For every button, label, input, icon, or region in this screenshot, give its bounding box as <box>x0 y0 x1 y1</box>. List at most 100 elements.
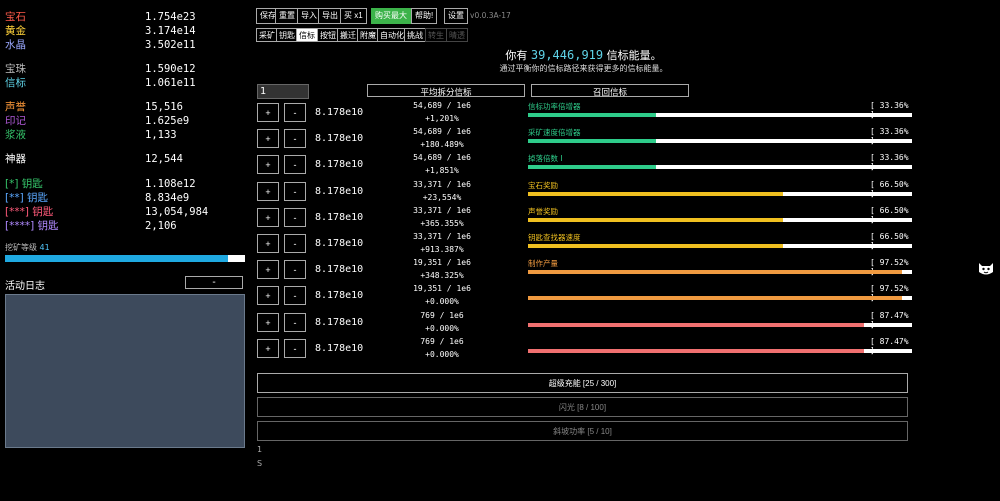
beacon-path-bar <box>528 217 912 222</box>
mining-level-bar <box>5 255 245 262</box>
remove-beacon-button[interactable]: - <box>284 286 306 306</box>
resource-value: 15,516 <box>145 101 183 113</box>
resource-row: 浆液 1,133 <box>5 128 245 142</box>
add-beacon-button[interactable]: + <box>257 181 279 201</box>
beacon-bonus: +1,201% <box>425 114 459 123</box>
beacon-path-row: +-8.178e10769 / 1e6+0.000%[ 87.47% ] <box>257 311 917 337</box>
tab[interactable]: 按钮 <box>317 28 339 42</box>
beacon-path-bar <box>528 139 912 144</box>
tab[interactable]: 挑战 <box>404 28 426 42</box>
beacon-path-bar <box>528 244 912 248</box>
remove-beacon-button[interactable]: - <box>284 312 306 332</box>
resource-row: 黄金 3.174e14 <box>5 24 245 38</box>
resource-row: 宝珠 1.590e12 <box>5 62 245 76</box>
beacon-ratio: 19,351 / 1e6 <box>413 258 471 268</box>
remove-beacon-button[interactable]: - <box>284 181 306 201</box>
tab[interactable]: 转生 <box>425 28 447 42</box>
beacon-bonus: +23,554% <box>422 192 462 202</box>
add-beacon-button[interactable]: + <box>257 286 279 306</box>
remove-beacon-button[interactable]: - <box>284 129 306 149</box>
remove-beacon-button[interactable]: - <box>284 260 306 280</box>
upgrade-button[interactable]: 斜坡功率 [5 / 10] <box>257 421 908 441</box>
toolbar-button[interactable]: 重置 <box>275 8 299 24</box>
beacon-energy-subtitle: 通过平衡你的信标路径来获得更多的信标能量。 <box>499 64 668 73</box>
beacon-bonus: +180.489% <box>420 140 464 150</box>
upgrade-button[interactable]: 超级充能 [25 / 300] <box>257 373 908 393</box>
resource-row: 信标 1.061e11 <box>5 76 245 90</box>
beacon-path-row: + -8.178e10 33,371 / 1e6 +365.355% 声誉奖励[ 66.… <box>257 206 917 232</box>
beacon-path-name: 采矿速度倍增器 <box>528 128 581 138</box>
resource-value: 2,106 <box>145 220 177 232</box>
activity-log-toggle-button[interactable]: - <box>185 276 243 289</box>
tab[interactable]: 钥匙 <box>276 28 298 42</box>
resource-name: 信标 <box>5 77 26 89</box>
beacon-path-bar-fill <box>528 165 657 170</box>
beacon-count-input[interactable] <box>257 84 309 99</box>
beacon-path-bar-fill <box>528 139 657 144</box>
beacon-path-bar-fill <box>528 296 903 301</box>
beacon-path-name: 制作产量 <box>528 259 558 269</box>
mining-level-fill <box>5 255 229 262</box>
add-beacon-button[interactable]: + <box>257 207 279 227</box>
add-beacon-button[interactable]: + <box>257 312 279 332</box>
resource-value: 1.625e9 <box>145 115 190 127</box>
toolbar-button[interactable]: 购买最大 <box>371 8 411 24</box>
beacon-bonus: +1,851% <box>425 166 459 176</box>
beacon-path-bar <box>528 348 912 353</box>
upgrade-button[interactable]: 闪光 [8 / 100] <box>257 397 908 417</box>
beacon-bonus: +0.000% <box>425 323 459 333</box>
beacon-path-bar <box>528 165 912 170</box>
toolbar-button[interactable]: 买 x1 <box>340 8 367 24</box>
remove-beacon-button[interactable]: - <box>284 338 306 358</box>
add-beacon-button[interactable]: + <box>257 129 279 149</box>
tab[interactable]: 采矿 <box>256 28 278 42</box>
tab[interactable]: 信标 <box>296 28 318 42</box>
add-beacon-button[interactable]: + <box>257 155 279 175</box>
tab[interactable]: 晴透 <box>446 28 468 42</box>
beacon-path-row: +-8.178e1019,351 / 1e6+0.000%[ 97.52% ] <box>257 284 917 310</box>
resource-value: 12,544 <box>145 153 183 165</box>
remove-beacon-button[interactable]: - <box>284 155 306 175</box>
resource-name: 声誉 <box>5 101 26 113</box>
beacon-ratio: 54,689 / 1e6 <box>413 101 471 110</box>
beacon-path-bar-fill <box>528 113 657 117</box>
resource-value: 3.502e11 <box>145 39 196 51</box>
add-beacon-button[interactable]: + <box>257 338 279 358</box>
beacon-path-bar-fill <box>528 244 784 248</box>
tab[interactable]: 自动化 <box>377 28 407 42</box>
beacon-path-row: + -8.178e10 33,371 / 1e6 +913.387% 钥匙查找器速度[ … <box>257 232 917 258</box>
cat-icon[interactable] <box>977 259 995 277</box>
add-beacon-button[interactable]: + <box>257 260 279 280</box>
resource-value: 8.834e9 <box>145 192 190 204</box>
toolbar-button[interactable]: 帮助! <box>411 8 438 24</box>
footer-text: S <box>257 459 263 468</box>
split-evenly-button[interactable]: 平均拆分信标 <box>367 84 525 97</box>
resource-name: 黄金 <box>5 25 26 37</box>
recall-beacons-button[interactable]: 召回信标 <box>531 84 689 97</box>
beacon-cost: 8.178e10 <box>315 185 364 197</box>
beacon-bonus: +913.387% <box>420 245 464 254</box>
beacon-ratio: 19,351 / 1e6 <box>413 284 471 294</box>
resource-name: [**] 钥匙 <box>5 192 49 204</box>
resource-row: 神器 12,544 <box>5 152 245 166</box>
beacon-cost: 8.178e10 <box>315 238 364 249</box>
beacon-path-bar <box>528 270 912 275</box>
toolbar-button[interactable]: 导出 <box>318 8 342 24</box>
add-beacon-button[interactable]: + <box>257 234 279 253</box>
beacon-ratio: 33,371 / 1e6 <box>413 232 471 241</box>
toolbar-button[interactable]: 设置 <box>444 8 468 24</box>
beacon-path-name: 掉落倍数 I <box>528 154 563 164</box>
activity-log-box[interactable] <box>5 294 245 448</box>
remove-beacon-button[interactable]: - <box>284 207 306 227</box>
footer-text: 1 <box>257 445 263 454</box>
remove-beacon-button[interactable]: - <box>284 234 306 253</box>
beacon-ratio: 33,371 / 1e6 <box>413 205 471 215</box>
beacon-path-name: 宝石奖励 <box>528 180 558 190</box>
tab[interactable]: 附魔 <box>357 28 379 42</box>
resource-value: 1,133 <box>145 129 177 141</box>
remove-beacon-button[interactable]: - <box>284 103 306 122</box>
tab[interactable]: 搬迁 <box>337 28 359 42</box>
resource-name: 宝珠 <box>5 63 26 75</box>
resource-name: [***] 钥匙 <box>5 206 54 218</box>
add-beacon-button[interactable]: + <box>257 103 279 122</box>
